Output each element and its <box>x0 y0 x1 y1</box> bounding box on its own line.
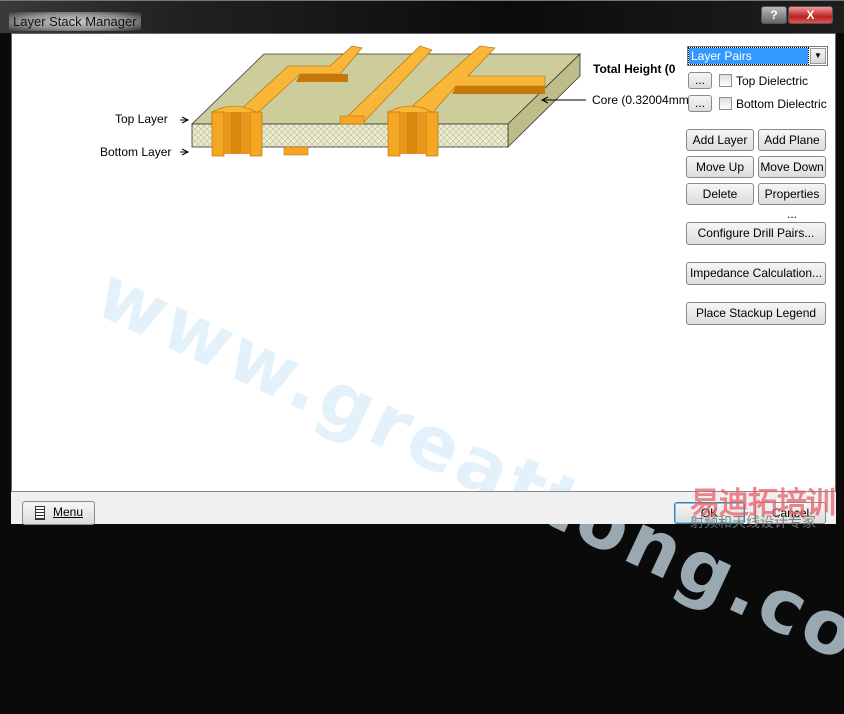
properties-button[interactable]: Properties ... <box>758 183 826 221</box>
close-button[interactable]: X <box>788 6 833 24</box>
top-layer-label: Top Layer <box>115 112 168 126</box>
dropdown-value: Layer Pairs <box>688 47 809 65</box>
menu-icon <box>35 505 45 520</box>
layer-stack-diagram <box>180 45 586 157</box>
add-layer-button[interactable]: Add Layer <box>686 129 754 151</box>
layer-pairs-dropdown[interactable]: Layer Pairs ▼ <box>687 46 828 66</box>
bottom-dielectric-checkbox[interactable] <box>719 97 732 110</box>
configure-drill-pairs-button[interactable]: Configure Drill Pairs... <box>686 222 826 245</box>
menu-label: Menu <box>53 505 84 519</box>
move-down-button[interactable]: Move Down <box>758 156 826 178</box>
core-label: Core (0.32004mm <box>592 93 689 107</box>
trace <box>452 86 545 94</box>
top-dielectric-checkbox[interactable] <box>719 74 732 87</box>
trace <box>296 74 348 82</box>
watermark-logo-sub: 射频和天线设计专家 <box>690 514 816 530</box>
delete-button[interactable]: Delete <box>686 183 754 205</box>
title-bar: Layer Stack Manager ? X <box>0 0 844 33</box>
move-up-button[interactable]: Move Up <box>686 156 754 178</box>
via <box>211 105 263 157</box>
window-title: Layer Stack Manager <box>9 12 141 31</box>
top-dielectric-label: Top Dielectric <box>736 74 809 88</box>
place-stackup-legend-button[interactable]: Place Stackup Legend <box>686 302 826 325</box>
total-height-label: Total Height (0 <box>593 62 676 76</box>
trace <box>339 115 365 125</box>
top-dielectric-button[interactable]: ... <box>688 72 712 89</box>
menu-button[interactable]: Menu <box>22 501 95 525</box>
via <box>387 105 439 157</box>
add-plane-button[interactable]: Add Plane <box>758 129 826 151</box>
bottom-dielectric-label: Bottom Dielectric <box>736 97 827 111</box>
help-button[interactable]: ? <box>761 6 787 24</box>
impedance-calculation-button[interactable]: Impedance Calculation... <box>686 262 826 285</box>
arrowhead-core <box>540 96 549 104</box>
chevron-down-icon[interactable]: ▼ <box>810 48 826 64</box>
bottom-trace <box>283 146 309 156</box>
bottom-layer-label: Bottom Layer <box>100 145 172 159</box>
bottom-dielectric-button[interactable]: ... <box>688 95 712 112</box>
